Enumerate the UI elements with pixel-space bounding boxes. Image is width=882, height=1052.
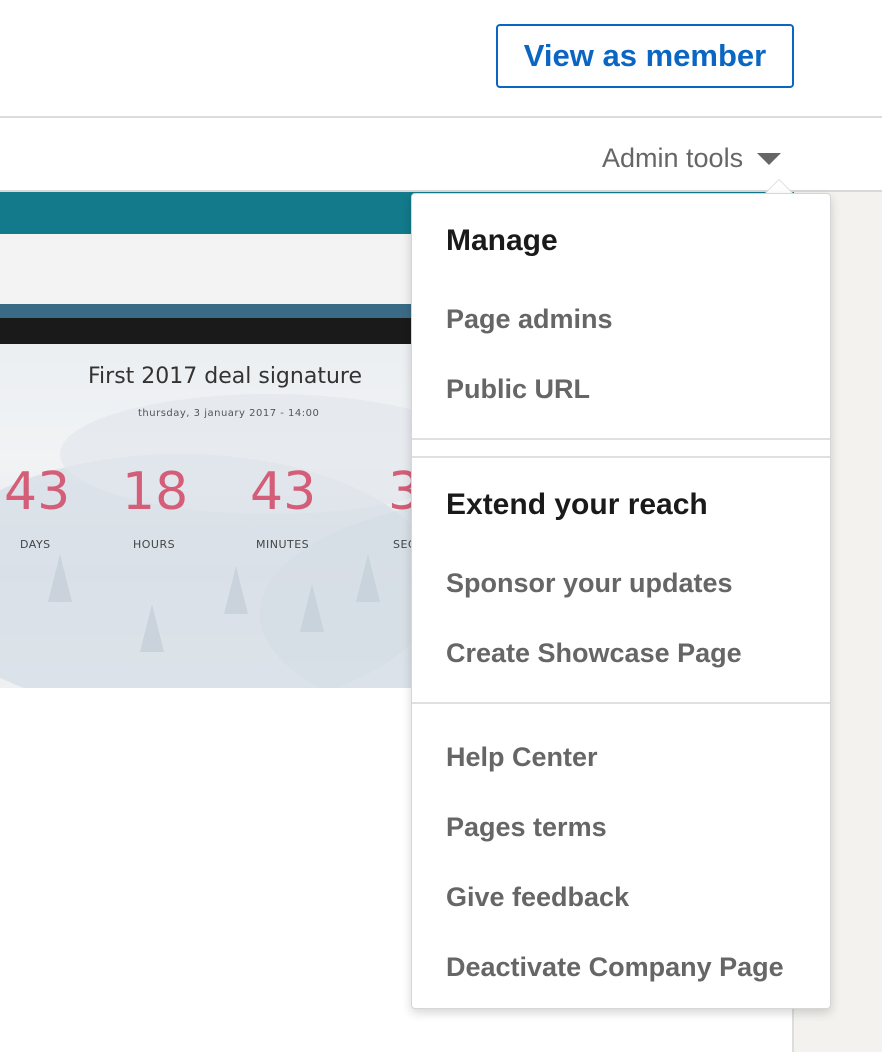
menu-item-public-url[interactable]: Public URL bbox=[446, 374, 590, 405]
menu-divider bbox=[412, 702, 830, 704]
view-as-member-button[interactable]: View as member bbox=[496, 24, 794, 88]
snow-tree bbox=[140, 604, 164, 652]
menu-divider bbox=[412, 438, 830, 440]
admin-bar: Admin tools bbox=[0, 118, 882, 192]
countdown-days-value: 43 bbox=[4, 462, 71, 522]
preview-subtitle: thursday, 3 january 2017 - 14:00 bbox=[138, 408, 320, 419]
top-header: View as member bbox=[0, 0, 882, 118]
admin-tools-dropdown: Manage Page admins Public URL Extend you… bbox=[411, 193, 831, 1009]
menu-item-page-admins[interactable]: Page admins bbox=[446, 304, 613, 335]
menu-item-help-center[interactable]: Help Center bbox=[446, 742, 598, 773]
snow-tree bbox=[356, 554, 380, 602]
countdown-days-label: DAYS bbox=[20, 538, 51, 551]
admin-tools-toggle[interactable]: Admin tools bbox=[602, 140, 782, 176]
dropdown-pointer bbox=[765, 180, 793, 194]
admin-tools-label: Admin tools bbox=[602, 142, 744, 173]
snow-tree bbox=[224, 566, 248, 614]
caret-down-icon bbox=[757, 153, 782, 165]
preview-title: First 2017 deal signature bbox=[88, 364, 362, 389]
menu-item-pages-terms[interactable]: Pages terms bbox=[446, 812, 607, 843]
snow-tree bbox=[48, 554, 72, 602]
snow-tree bbox=[300, 584, 324, 632]
countdown-hours-value: 18 bbox=[122, 462, 189, 522]
menu-item-sponsor-updates[interactable]: Sponsor your updates bbox=[446, 568, 733, 599]
menu-divider bbox=[412, 456, 830, 458]
menu-item-deactivate-company-page[interactable]: Deactivate Company Page bbox=[446, 952, 784, 983]
countdown-hours-label: HOURS bbox=[133, 538, 176, 551]
extend-reach-heading: Extend your reach bbox=[446, 488, 708, 521]
countdown-minutes-label: MINUTES bbox=[256, 538, 310, 551]
countdown-minutes-value: 43 bbox=[250, 462, 317, 522]
menu-item-give-feedback[interactable]: Give feedback bbox=[446, 882, 629, 913]
menu-item-create-showcase-page[interactable]: Create Showcase Page bbox=[446, 638, 742, 669]
manage-heading: Manage bbox=[446, 224, 558, 257]
